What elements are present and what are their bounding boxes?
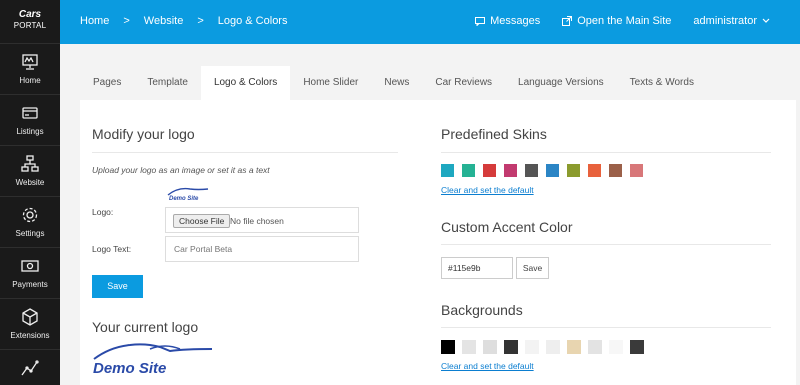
background-swatch[interactable] bbox=[462, 340, 476, 354]
breadcrumb-current: Logo & Colors bbox=[217, 15, 288, 27]
background-swatch[interactable] bbox=[630, 340, 644, 354]
clear-skins-link[interactable]: Clear and set the default bbox=[441, 185, 534, 195]
sidebar-item-settings[interactable]: Settings bbox=[0, 197, 60, 248]
sidebar-item-label: Website bbox=[15, 178, 45, 187]
gear-icon bbox=[22, 207, 38, 223]
background-swatch[interactable] bbox=[441, 340, 455, 354]
tab-language-versions[interactable]: Language Versions bbox=[505, 66, 617, 100]
divider bbox=[441, 327, 771, 328]
brand-line2: PORTAL bbox=[13, 21, 47, 30]
sidebar-item-home[interactable]: Home bbox=[0, 44, 60, 95]
skin-swatch[interactable] bbox=[525, 164, 538, 177]
logo-text-input[interactable] bbox=[165, 236, 359, 262]
tab-texts-words[interactable]: Texts & Words bbox=[617, 66, 707, 100]
sidebar: Cars PORTAL Home Listings Website Settin… bbox=[0, 0, 60, 385]
skin-swatch[interactable] bbox=[546, 164, 559, 177]
breadcrumb-website[interactable]: Website bbox=[144, 15, 184, 27]
divider bbox=[441, 244, 771, 245]
sitemap-icon bbox=[21, 155, 39, 172]
brand-logo[interactable]: Cars PORTAL bbox=[0, 0, 60, 44]
sidebar-item-label: Extensions bbox=[10, 331, 50, 340]
card-icon bbox=[22, 107, 38, 119]
background-swatch[interactable] bbox=[483, 340, 497, 354]
save-accent-button[interactable]: Save bbox=[516, 257, 549, 279]
tab-bar: Pages Template Logo & Colors Home Slider… bbox=[80, 66, 796, 100]
content-panel: Pages Template Logo & Colors Home Slider… bbox=[80, 66, 796, 385]
skin-swatch[interactable] bbox=[609, 164, 622, 177]
cube-icon bbox=[22, 308, 38, 326]
sidebar-item-label: Payments bbox=[12, 280, 48, 289]
no-file-status: No file chosen bbox=[230, 216, 284, 226]
tab-logo-colors[interactable]: Logo & Colors bbox=[200, 66, 291, 100]
custom-accent-title: Custom Accent Color bbox=[441, 219, 573, 235]
skin-swatch[interactable] bbox=[630, 164, 643, 177]
divider bbox=[92, 152, 398, 153]
tab-pages[interactable]: Pages bbox=[80, 66, 134, 100]
open-main-site-label: Open the Main Site bbox=[577, 15, 672, 27]
skin-swatches bbox=[441, 164, 651, 177]
skin-swatch[interactable] bbox=[588, 164, 601, 177]
predefined-skins-title: Predefined Skins bbox=[441, 126, 547, 142]
skin-swatch[interactable] bbox=[567, 164, 580, 177]
tab-template[interactable]: Template bbox=[134, 66, 201, 100]
logo-text-label: Logo Text: bbox=[92, 244, 132, 254]
save-logo-button[interactable]: Save bbox=[92, 275, 143, 298]
breadcrumb-home[interactable]: Home bbox=[80, 15, 109, 27]
upload-note: Upload your logo as an image or set it a… bbox=[92, 165, 270, 175]
logo-preview-small: Demo Site bbox=[167, 187, 209, 202]
messages-link[interactable]: Messages bbox=[475, 15, 540, 27]
open-main-site-link[interactable]: Open the Main Site bbox=[562, 15, 671, 27]
skin-swatch[interactable] bbox=[441, 164, 454, 177]
backgrounds-title: Backgrounds bbox=[441, 302, 523, 318]
sidebar-item-extensions[interactable]: Extensions bbox=[0, 299, 60, 350]
accent-color-input[interactable] bbox=[441, 257, 513, 279]
background-swatch[interactable] bbox=[546, 340, 560, 354]
chart-line-icon bbox=[21, 360, 39, 376]
skin-swatch[interactable] bbox=[483, 164, 496, 177]
divider bbox=[441, 152, 771, 153]
sidebar-item-stats[interactable] bbox=[0, 350, 60, 385]
money-icon bbox=[21, 260, 39, 272]
choose-file-button[interactable]: Choose File bbox=[173, 214, 231, 228]
logo-label: Logo: bbox=[92, 207, 114, 217]
user-menu[interactable]: administrator bbox=[693, 15, 770, 27]
background-swatch[interactable] bbox=[504, 340, 518, 354]
logo-file-input[interactable]: Choose File No file chosen bbox=[165, 207, 359, 233]
chevron-down-icon bbox=[762, 18, 770, 23]
top-bar: Home > Website > Logo & Colors Messages … bbox=[60, 0, 800, 44]
background-swatch[interactable] bbox=[588, 340, 602, 354]
sidebar-item-label: Settings bbox=[15, 229, 45, 238]
user-name: administrator bbox=[693, 15, 757, 27]
skin-swatch[interactable] bbox=[462, 164, 475, 177]
logo-preview-small-text: Demo Site bbox=[169, 196, 199, 202]
background-swatch[interactable] bbox=[609, 340, 623, 354]
background-swatches bbox=[441, 340, 651, 354]
background-swatch[interactable] bbox=[567, 340, 581, 354]
clear-backgrounds-link[interactable]: Clear and set the default bbox=[441, 361, 534, 371]
external-link-icon bbox=[562, 16, 573, 26]
sidebar-item-listings[interactable]: Listings bbox=[0, 95, 60, 146]
current-logo-text: Demo Site bbox=[93, 360, 166, 377]
tab-car-reviews[interactable]: Car Reviews bbox=[422, 66, 505, 100]
messages-label: Messages bbox=[490, 15, 541, 27]
breadcrumb: Home > Website > Logo & Colors bbox=[80, 15, 301, 27]
sidebar-item-label: Home bbox=[19, 76, 41, 85]
sidebar-item-website[interactable]: Website bbox=[0, 146, 60, 197]
tab-news[interactable]: News bbox=[371, 66, 422, 100]
sidebar-item-payments[interactable]: Payments bbox=[0, 248, 60, 299]
breadcrumb-separator: > bbox=[197, 15, 204, 27]
sidebar-item-label: Listings bbox=[16, 127, 44, 136]
home-monitor-icon bbox=[22, 54, 38, 70]
current-logo-image: Demo Site bbox=[93, 343, 213, 377]
current-logo-title: Your current logo bbox=[92, 319, 199, 335]
message-icon bbox=[475, 16, 486, 26]
modify-logo-title: Modify your logo bbox=[92, 126, 195, 142]
background-swatch[interactable] bbox=[525, 340, 539, 354]
tab-home-slider[interactable]: Home Slider bbox=[290, 66, 371, 100]
breadcrumb-separator: > bbox=[123, 15, 130, 27]
skin-swatch[interactable] bbox=[504, 164, 517, 177]
brand-line1: Cars bbox=[18, 9, 42, 20]
